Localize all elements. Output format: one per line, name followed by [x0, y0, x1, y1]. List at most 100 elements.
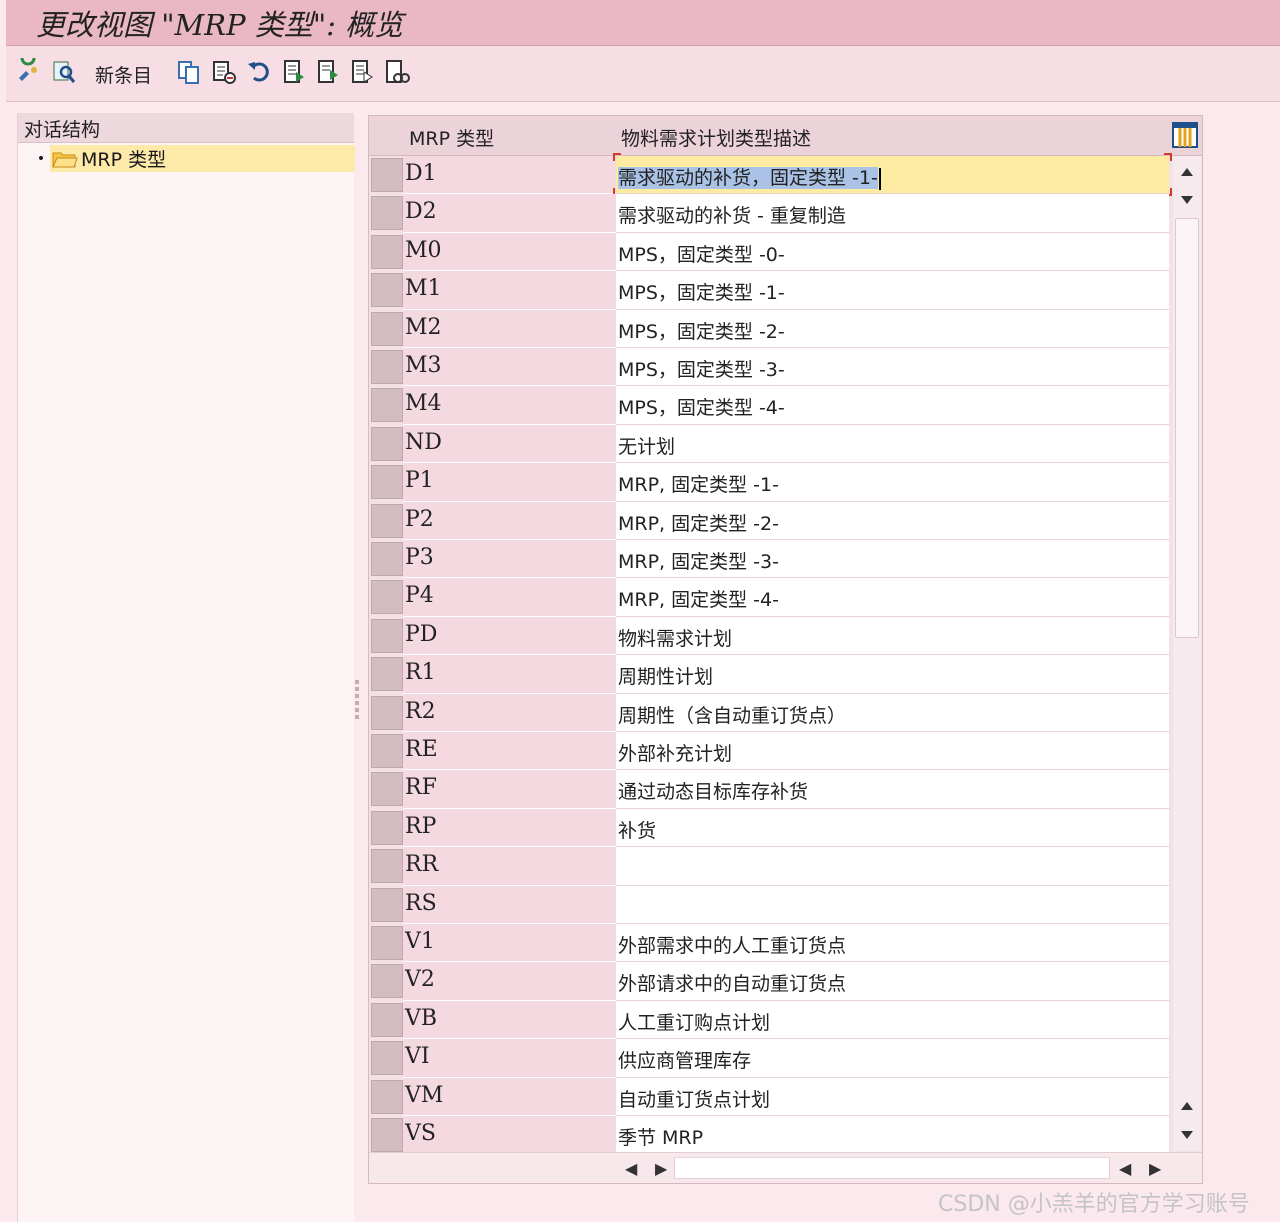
table-row[interactable]: RR [369, 847, 1172, 886]
row-selector[interactable] [371, 849, 403, 884]
scroll-up-icon[interactable] [1179, 164, 1195, 180]
panel-splitter[interactable] [354, 680, 360, 730]
table-row[interactable]: V1 外部需求中的人工重订货点 [369, 924, 1172, 963]
page-up-icon[interactable] [1179, 1098, 1195, 1114]
select-all-icon[interactable] [282, 58, 308, 86]
row-selector[interactable] [371, 618, 403, 653]
copy-as-icon[interactable] [176, 58, 202, 86]
row-selector[interactable] [371, 1118, 403, 1152]
description-cell[interactable]: 供应商管理库存 [616, 1039, 1169, 1078]
row-selector[interactable] [371, 1002, 403, 1037]
table-row[interactable]: M2 MPS，固定类型 -2- [369, 309, 1172, 348]
table-row[interactable]: RS [369, 885, 1172, 924]
table-row[interactable]: M4 MPS，固定类型 -4- [369, 386, 1172, 425]
description-cell[interactable] [616, 885, 1169, 924]
table-row[interactable]: P1 MRP, 固定类型 -1- [369, 463, 1172, 502]
print-icon[interactable] [384, 58, 410, 86]
description-cell[interactable]: 周期性计划 [616, 655, 1169, 694]
deselect-all-icon[interactable] [350, 58, 376, 86]
tree-item-mrp-types[interactable]: • MRP 类型 [32, 145, 355, 172]
page-down-icon[interactable] [1179, 1127, 1195, 1143]
description-cell[interactable]: 外部请求中的自动重订货点 [616, 962, 1169, 1001]
scroll-thumb[interactable] [1175, 218, 1199, 638]
row-selector[interactable] [371, 810, 403, 845]
row-selector[interactable] [371, 196, 403, 231]
description-cell[interactable]: 季节 MRP [616, 1116, 1169, 1155]
table-row[interactable]: M3 MPS，固定类型 -3- [369, 348, 1172, 387]
table-row[interactable]: VI 供应商管理库存 [369, 1039, 1172, 1078]
table-row[interactable]: RF 通过动态目标库存补货 [369, 770, 1172, 809]
column-header-description[interactable]: 物料需求计划类型描述 [621, 124, 811, 151]
row-selector[interactable] [371, 388, 403, 423]
horizontal-scrollbar[interactable]: ◀ ▶ ◀ ▶ [369, 1152, 1202, 1183]
scroll-left-end-icon[interactable]: ◀ [1119, 1159, 1131, 1178]
description-cell[interactable]: 需求驱动的补货，固定类型 -1- [613, 153, 1172, 197]
table-row[interactable]: P4 MRP, 固定类型 -4- [369, 578, 1172, 617]
description-cell[interactable]: MPS，固定类型 -0- [616, 232, 1169, 272]
description-cell[interactable]: MRP, 固定类型 -3- [616, 540, 1169, 579]
row-selector[interactable] [371, 426, 403, 461]
row-selector[interactable] [371, 1041, 403, 1076]
description-cell[interactable]: MRP, 固定类型 -4- [616, 578, 1169, 617]
description-cell[interactable]: MPS，固定类型 -2- [616, 309, 1169, 348]
table-row[interactable]: M0 MPS，固定类型 -0- [369, 232, 1172, 272]
scroll-right-end-icon[interactable]: ▶ [1149, 1159, 1161, 1178]
tree-item-selected[interactable]: MRP 类型 [50, 145, 355, 172]
row-selector[interactable] [371, 772, 403, 807]
table-row[interactable]: R1 周期性计划 [369, 655, 1172, 694]
table-row[interactable]: P2 MRP, 固定类型 -2- [369, 501, 1172, 540]
description-cell[interactable] [616, 847, 1169, 886]
row-selector[interactable] [371, 926, 403, 960]
description-cell[interactable]: 物料需求计划 [616, 616, 1169, 656]
table-settings-icon[interactable] [1172, 122, 1198, 148]
description-cell[interactable]: 无计划 [616, 424, 1169, 464]
horizontal-scroll-track[interactable] [674, 1157, 1110, 1179]
description-cell[interactable]: 补货 [616, 808, 1169, 848]
table-row[interactable]: RE 外部补充计划 [369, 732, 1172, 771]
row-selector[interactable] [371, 887, 403, 922]
table-row[interactable]: V2 外部请求中的自动重订货点 [369, 962, 1172, 1001]
row-selector[interactable] [371, 580, 403, 615]
row-selector[interactable] [371, 1079, 403, 1114]
description-cell[interactable]: 外部补充计划 [616, 732, 1169, 771]
table-row[interactable]: PD 物料需求计划 [369, 616, 1172, 656]
table-row[interactable]: D2 需求驱动的补货 - 重复制造 [369, 194, 1172, 233]
description-cell[interactable]: 需求驱动的补货 - 重复制造 [616, 194, 1169, 233]
row-selector[interactable] [371, 542, 403, 576]
table-row[interactable]: VB 人工重订购点计划 [369, 1000, 1172, 1040]
new-entries-button[interactable]: 新条目 [95, 61, 152, 88]
scroll-right-icon[interactable]: ▶ [655, 1159, 667, 1178]
description-cell[interactable]: 外部需求中的人工重订货点 [616, 924, 1169, 963]
undo-icon[interactable] [246, 58, 272, 86]
description-cell[interactable]: MRP, 固定类型 -1- [616, 463, 1169, 502]
row-selector[interactable] [371, 657, 403, 692]
row-selector[interactable] [371, 695, 403, 730]
row-selector[interactable] [371, 234, 403, 269]
scroll-left-icon[interactable]: ◀ [625, 1159, 637, 1178]
row-selector[interactable] [371, 350, 403, 384]
description-cell[interactable]: MPS，固定类型 -3- [616, 348, 1169, 387]
select-block-icon[interactable] [316, 58, 342, 86]
description-cell[interactable]: 通过动态目标库存补货 [616, 770, 1169, 809]
table-row[interactable]: ND 无计划 [369, 424, 1172, 464]
table-row[interactable]: VM 自动重订货点计划 [369, 1077, 1172, 1116]
find-icon[interactable] [51, 58, 77, 86]
table-row[interactable]: D1 需求驱动的补货，固定类型 -1- [369, 153, 1172, 197]
table-row[interactable]: RP 补货 [369, 808, 1172, 848]
row-selector[interactable] [371, 158, 403, 192]
row-selector[interactable] [371, 734, 403, 768]
description-cell[interactable]: MRP, 固定类型 -2- [616, 501, 1169, 540]
row-selector[interactable] [371, 503, 403, 538]
table-row[interactable]: VS 季节 MRP [369, 1116, 1172, 1155]
row-selector[interactable] [371, 273, 403, 308]
table-row[interactable]: M1 MPS，固定类型 -1- [369, 271, 1172, 310]
row-selector[interactable] [371, 465, 403, 500]
description-cell[interactable]: MPS，固定类型 -1- [616, 271, 1169, 310]
delete-icon[interactable] [211, 58, 237, 86]
vertical-scrollbar[interactable] [1173, 156, 1201, 1151]
row-selector[interactable] [371, 964, 403, 999]
description-cell[interactable]: 自动重订货点计划 [616, 1077, 1169, 1116]
description-cell[interactable]: 周期性（含自动重订货点） [616, 693, 1169, 732]
table-row[interactable]: R2 周期性（含自动重订货点） [369, 693, 1172, 732]
description-cell[interactable]: MPS，固定类型 -4- [616, 386, 1169, 425]
